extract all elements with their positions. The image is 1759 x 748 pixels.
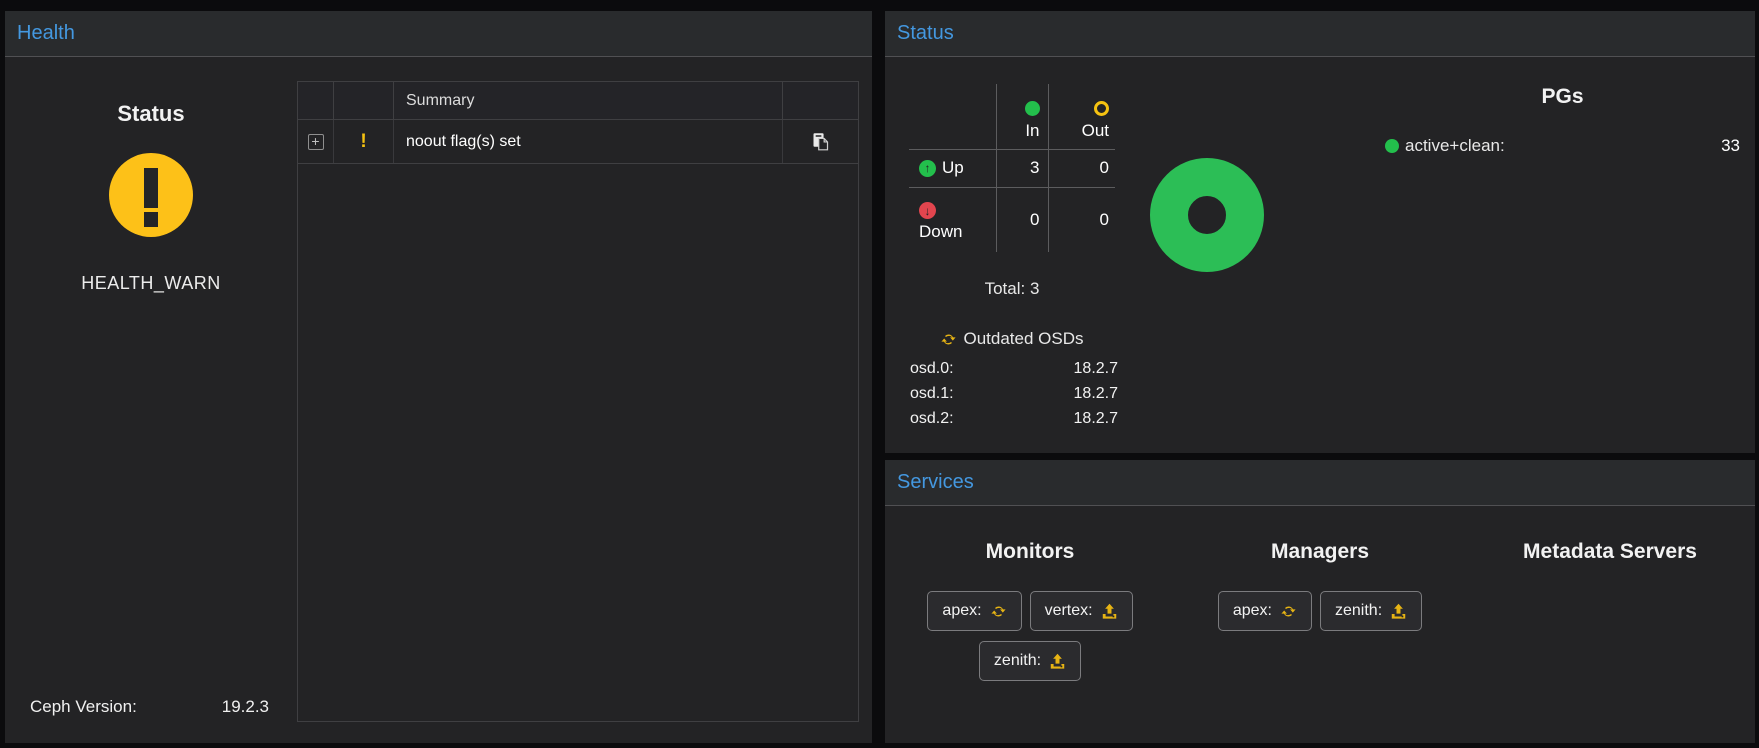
osd-total-text: Total: 3 [909,279,1115,299]
warning-exclamation-icon: ! [360,131,366,153]
ceph-version-value: 19.2.3 [222,697,269,717]
status-panel-title: Status [897,22,954,45]
osd-version-row: osd.2: 18.2.7 [910,406,1118,431]
status-panel: Status In Out [885,11,1755,453]
metadata-servers-column: Metadata Servers [1465,506,1755,742]
manager-apex-button[interactable]: apex: [1218,591,1312,631]
monitors-heading: Monitors [885,540,1175,564]
osd-table-header-row: In Out [909,84,1115,149]
grid-header-expand-col [298,82,334,119]
health-status-column: Status HEALTH_WARN Ceph Version: 19.2.3 [5,57,297,294]
health-panel: Health Status HEALTH_WARN Ceph Version: … [5,11,872,743]
osd-down-in-count: 0 [996,187,1048,252]
refresh-icon [990,603,1007,620]
expand-row-icon[interactable]: + [308,134,324,150]
ceph-version-label: Ceph Version: [30,697,137,717]
osd-version-row: osd.1: 18.2.7 [910,381,1118,406]
health-warning-row[interactable]: + ! noout flag(s) set [298,120,858,164]
health-panel-header: Health [5,11,872,57]
managers-heading: Managers [1175,540,1465,564]
up-row-label: Up [942,158,964,178]
grid-header-summary[interactable]: Summary [394,82,783,119]
osd-version-row: osd.0: 18.2.7 [910,356,1118,381]
osd-version: 18.2.7 [1074,381,1118,406]
upload-icon [1101,603,1118,620]
osd-inout-table: In Out ↑ Up [909,84,1115,252]
status-panel-header: Status [885,11,1755,57]
in-column-label: In [1025,121,1039,141]
monitor-apex-button[interactable]: apex: [927,591,1021,631]
manager-zenith-button[interactable]: zenith: [1320,591,1422,631]
osd-up-out-count: 0 [1048,149,1115,187]
services-panel-header: Services [885,460,1755,506]
osd-name: osd.0: [910,356,954,381]
services-panel-title: Services [897,471,974,494]
arrow-down-circle-icon: ↓ [919,202,936,219]
osd-down-out-count: 0 [1048,187,1115,252]
managers-column: Managers apex: zenith: [1175,506,1465,742]
pgs-legend-box: PGs active+clean: 33 [1385,85,1740,156]
status-panel-body: In Out ↑ Up [885,57,1755,452]
osd-down-row: ↓ Down 0 0 [909,187,1115,252]
refresh-icon [940,331,957,348]
legend-label: active+clean: [1405,136,1505,156]
osd-name: osd.2: [910,406,954,431]
pgs-heading: PGs [1385,85,1740,109]
outdated-osds-heading: Outdated OSDs [909,329,1115,349]
osd-version: 18.2.7 [1074,406,1118,431]
arrow-up-circle-icon: ↑ [919,160,936,177]
legend-value: 33 [1721,136,1740,156]
osd-version: 18.2.7 [1074,356,1118,381]
health-panel-body: Status HEALTH_WARN Ceph Version: 19.2.3 … [5,57,872,742]
warning-exclamation-dot [144,212,158,227]
down-row-label: Down [919,222,996,242]
copy-icon[interactable] [810,131,831,152]
osd-up-row: ↑ Up 3 0 [909,149,1115,187]
out-column-label: Out [1082,121,1109,141]
outdated-osds-list: osd.0: 18.2.7 osd.1: 18.2.7 osd.2: 18.2.… [910,356,1118,431]
health-summary-grid: Summary + ! noout flag(s) set [297,81,859,722]
upload-icon [1049,653,1066,670]
monitor-zenith-button[interactable]: zenith: [979,641,1081,681]
out-ring-icon [1094,101,1109,116]
metadata-servers-heading: Metadata Servers [1465,540,1755,564]
services-panel-body: Monitors apex: vertex: zenith: [885,506,1755,742]
refresh-icon [1280,603,1297,620]
monitors-column: Monitors apex: vertex: zenith: [885,506,1175,742]
health-status-heading: Status [5,101,297,127]
health-panel-title: Health [17,22,75,45]
pgs-donut-chart [1150,158,1264,272]
grid-header-row: Summary [298,82,858,120]
in-dot-icon [1025,101,1040,116]
warning-exclamation-bar [144,168,158,208]
osd-name: osd.1: [910,381,954,406]
osd-up-in-count: 3 [996,149,1048,187]
monitor-vertex-button[interactable]: vertex: [1030,591,1133,631]
warning-summary-text: noout flag(s) set [394,120,783,163]
grid-header-action-col [783,82,858,119]
health-status-value: HEALTH_WARN [5,273,297,294]
ceph-version-row: Ceph Version: 19.2.3 [5,697,269,717]
pgs-legend-item: active+clean: 33 [1385,136,1740,156]
legend-dot-icon [1385,139,1399,153]
services-panel: Services Monitors apex: vertex: zenith: [885,460,1755,743]
upload-icon [1390,603,1407,620]
warning-circle-icon [109,153,193,237]
ceph-dashboard: Health Status HEALTH_WARN Ceph Version: … [0,0,1759,748]
grid-header-severity-col [334,82,394,119]
